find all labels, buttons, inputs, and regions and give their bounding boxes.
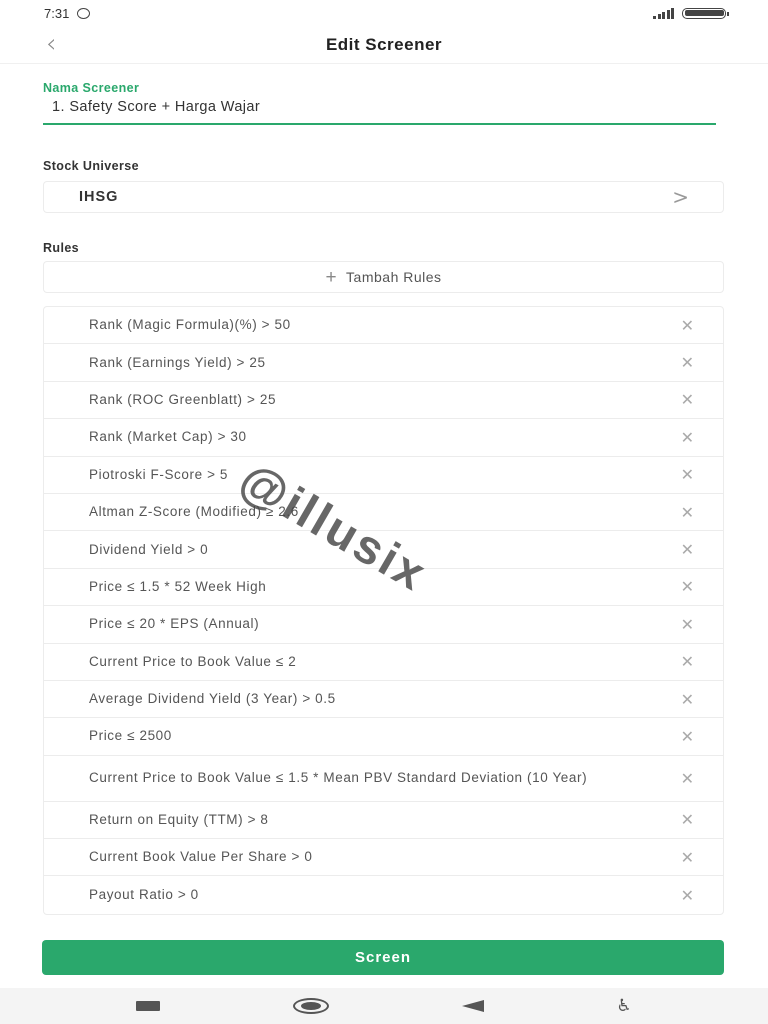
remove-rule-icon[interactable]: ✕ [681,353,694,372]
edit-screener-form: Nama Screener Stock Universe IHSG > Rule… [0,81,768,915]
screener-name-label: Nama Screener [43,81,140,95]
stock-universe-value: IHSG [79,189,119,205]
rule-item[interactable]: Altman Z-Score (Modified) ≥ 2.6 ✕ [44,494,723,532]
remove-rule-icon[interactable]: ✕ [681,848,694,867]
rule-text: Rank (ROC Greenblatt) > 25 [89,391,277,407]
rule-item[interactable]: Rank (Magic Formula)(%) > 50 ✕ [44,307,723,345]
remove-rule-icon[interactable]: ✕ [681,615,694,634]
rule-text: Piotroski F-Score > 5 [89,466,229,482]
rule-text: Payout Ratio > 0 [89,887,199,903]
chevron-right-icon: > [672,185,689,209]
rule-text: Dividend Yield > 0 [89,541,209,557]
remove-rule-icon[interactable]: ✕ [681,316,694,335]
rule-text: Price ≤ 20 * EPS (Annual) [89,616,260,632]
accessibility-icon[interactable]: ♿ [616,996,631,1016]
rules-list: Rank (Magic Formula)(%) > 50 ✕ Rank (Ear… [43,306,724,915]
status-right [653,7,729,19]
back-icon[interactable] [461,1000,484,1012]
rule-item[interactable]: Rank (Market Cap) > 30 ✕ [44,419,723,457]
rule-item[interactable]: Return on Equity (TTM) > 8 ✕ [44,802,723,840]
remove-rule-icon[interactable]: ✕ [681,769,694,788]
rule-text: Altman Z-Score (Modified) ≥ 2.6 [89,504,299,520]
recent-apps-icon[interactable] [136,1001,161,1011]
status-time: 7:31 [44,5,70,21]
rule-item[interactable]: Dividend Yield > 0 ✕ [44,531,723,569]
rule-text: Average Dividend Yield (3 Year) > 0.5 [89,691,336,707]
rule-text: Rank (Market Cap) > 30 [89,429,247,445]
remove-rule-icon[interactable]: ✕ [681,540,694,559]
remove-rule-icon[interactable]: ✕ [681,727,694,746]
status-bar: 7:31 [0,0,768,26]
rule-text: Price ≤ 2500 [89,728,172,744]
signal-icon [653,7,674,19]
rule-text: Current Book Value Per Share > 0 [89,849,313,865]
battery-fill [684,10,724,16]
remove-rule-icon[interactable]: ✕ [681,465,694,484]
rule-text: Return on Equity (TTM) > 8 [89,811,269,827]
screen-button[interactable]: Screen [42,940,724,975]
rule-text: Rank (Magic Formula)(%) > 50 [89,317,291,333]
remove-rule-icon[interactable]: ✕ [681,390,694,409]
rule-item[interactable]: Current Price to Book Value ≤ 1.5 * Mean… [44,756,723,802]
status-left: 7:31 [44,5,91,21]
remove-rule-icon[interactable]: ✕ [681,886,694,905]
screener-name-input[interactable] [43,95,716,125]
rule-item[interactable]: Price ≤ 20 * EPS (Annual) ✕ [44,606,723,644]
remove-rule-icon[interactable]: ✕ [681,690,694,709]
plus-icon: + [325,266,338,288]
rule-item[interactable]: Price ≤ 1.5 * 52 Week High ✕ [44,569,723,607]
remove-rule-icon[interactable]: ✕ [681,652,694,671]
app-header: ‹ Edit Screener [0,26,768,64]
battery-icon [682,7,729,19]
rule-text: Current Price to Book Value ≤ 2 [89,653,297,669]
remove-rule-icon[interactable]: ✕ [681,810,694,829]
remove-rule-icon[interactable]: ✕ [681,577,694,596]
rule-item[interactable]: Price ≤ 2500 ✕ [44,718,723,756]
back-chevron-icon[interactable]: ‹ [46,29,56,59]
rule-text: Rank (Earnings Yield) > 25 [89,354,266,370]
rule-item[interactable]: Payout Ratio > 0 ✕ [44,876,723,913]
rule-item[interactable]: Piotroski F-Score > 5 ✕ [44,457,723,494]
home-icon[interactable] [293,998,330,1014]
add-rules-button[interactable]: + Tambah Rules [43,261,724,293]
rule-item[interactable]: Rank (Earnings Yield) > 25 ✕ [44,344,723,382]
rule-item[interactable]: Rank (ROC Greenblatt) > 25 ✕ [44,382,723,420]
stock-universe-label: Stock Universe [43,159,139,173]
stock-universe-select[interactable]: IHSG > [43,181,724,213]
add-rules-label: Tambah Rules [346,269,442,285]
system-nav-bar: ♿ [0,988,768,1024]
remove-rule-icon[interactable]: ✕ [681,428,694,447]
alarm-icon [77,7,91,19]
rule-item[interactable]: Average Dividend Yield (3 Year) > 0.5 ✕ [44,681,723,719]
rule-item[interactable]: Current Price to Book Value ≤ 2 ✕ [44,644,723,681]
rule-text: Current Price to Book Value ≤ 1.5 * Mean… [89,770,588,786]
rule-item[interactable]: Current Book Value Per Share > 0 ✕ [44,839,723,877]
remove-rule-icon[interactable]: ✕ [681,503,694,522]
rule-text: Price ≤ 1.5 * 52 Week High [89,578,267,594]
page-title: Edit Screener [325,34,443,54]
rules-label: Rules [43,241,80,255]
